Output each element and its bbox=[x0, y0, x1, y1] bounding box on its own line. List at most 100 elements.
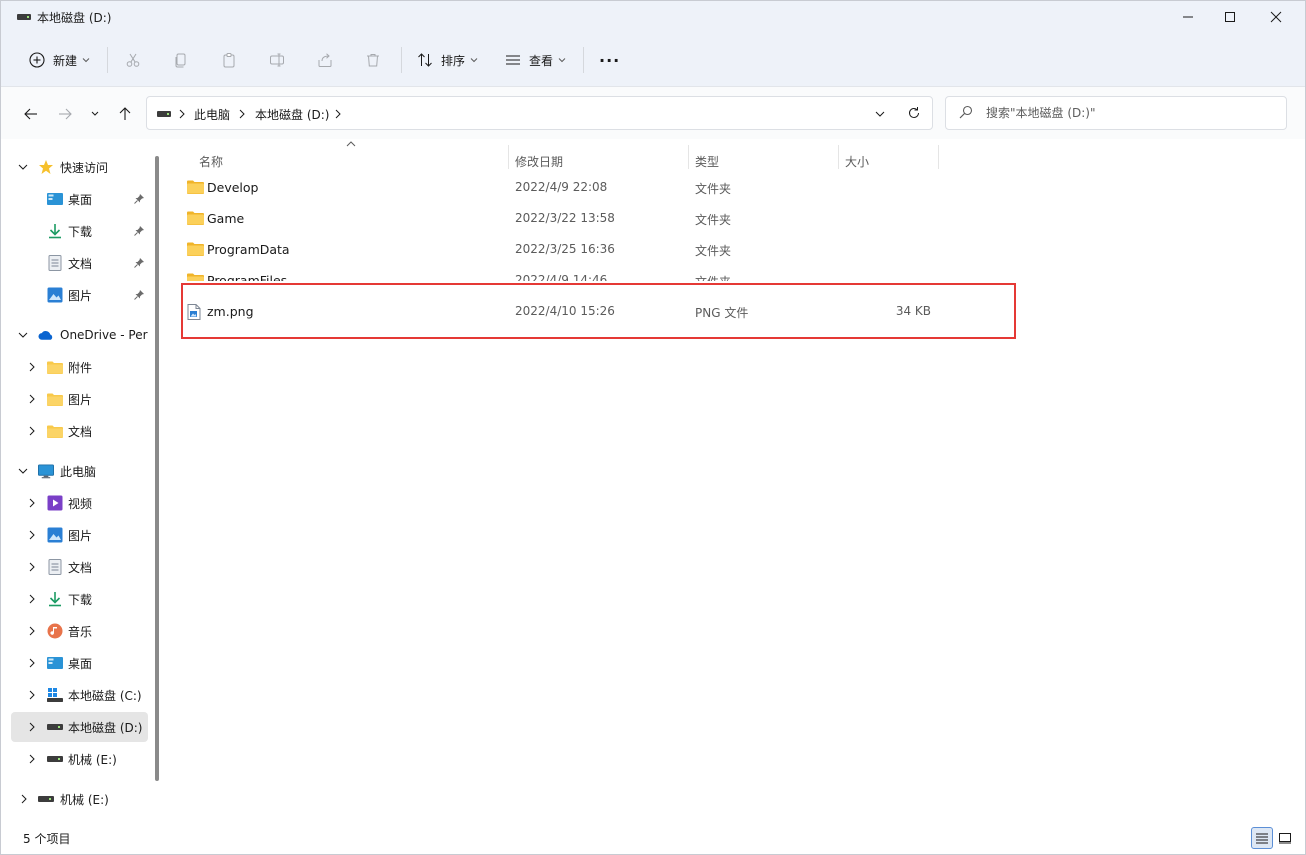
sidebar-item-pc-downloads[interactable]: 下载 bbox=[1, 584, 149, 614]
share-button[interactable] bbox=[317, 45, 333, 75]
up-button[interactable] bbox=[115, 104, 135, 124]
sidebar-item-label: 此电脑 bbox=[60, 464, 97, 479]
column-header-date[interactable]: 修改日期 bbox=[515, 147, 563, 175]
maximize-button[interactable] bbox=[1207, 1, 1253, 33]
column-header-type[interactable]: 类型 bbox=[695, 147, 719, 175]
file-type: 文件夹 bbox=[695, 273, 731, 281]
minimize-button[interactable] bbox=[1165, 1, 1211, 33]
list-item[interactable]: zm.png 2022/4/10 15:26 PNG 文件 34 KB bbox=[181, 298, 941, 326]
sidebar-item-pictures[interactable]: 图片 bbox=[1, 280, 149, 310]
rename-button[interactable] bbox=[269, 45, 285, 75]
delete-button[interactable] bbox=[365, 45, 381, 75]
sidebar-item-onedrive-documents[interactable]: 文档 bbox=[1, 416, 149, 446]
chevron-right-icon[interactable] bbox=[334, 109, 342, 119]
sidebar-item-local-disk-d[interactable]: 本地磁盘 (D:) bbox=[11, 712, 148, 742]
search-input[interactable] bbox=[945, 96, 1287, 130]
clipboard-icon bbox=[223, 53, 235, 68]
sidebar-item-root-drive-e[interactable]: 机械 (E:) bbox=[1, 784, 149, 814]
new-button-label: 新建 bbox=[53, 53, 78, 68]
chevron-down-icon[interactable] bbox=[18, 466, 28, 476]
details-view-button[interactable] bbox=[1251, 827, 1273, 849]
sidebar-scrollbar[interactable] bbox=[155, 156, 159, 781]
sidebar-item-music[interactable]: 音乐 bbox=[1, 616, 149, 646]
view-button[interactable]: 查看 bbox=[505, 45, 566, 75]
sort-button-label: 排序 bbox=[441, 53, 466, 68]
chevron-right-icon[interactable] bbox=[28, 594, 36, 604]
chevron-right-icon[interactable] bbox=[28, 362, 36, 372]
sidebar-item-drive-e[interactable]: 机械 (E:) bbox=[1, 744, 149, 774]
breadcrumb-local-disk-d[interactable]: 本地磁盘 (D:) bbox=[255, 106, 329, 123]
window-title: 本地磁盘 (D:) bbox=[37, 11, 112, 25]
list-item[interactable]: ProgramData 2022/3/25 16:36 文件夹 bbox=[181, 236, 941, 264]
sidebar-item-onedrive-attachments[interactable]: 附件 bbox=[1, 352, 149, 382]
column-header-size[interactable]: 大小 bbox=[845, 147, 869, 175]
column-divider[interactable] bbox=[688, 145, 689, 169]
sidebar-item-label: 图片 bbox=[68, 392, 93, 407]
sort-button[interactable]: 排序 bbox=[417, 45, 478, 75]
chevron-right-icon[interactable] bbox=[28, 658, 36, 668]
new-button[interactable]: 新建 bbox=[29, 45, 90, 75]
sidebar-item-documents[interactable]: 文档 bbox=[1, 248, 149, 278]
sidebar-item-onedrive[interactable]: OneDrive - Personal bbox=[1, 320, 149, 350]
folder-icon bbox=[187, 180, 204, 194]
chevron-right-icon[interactable] bbox=[28, 394, 36, 404]
chevron-right-icon[interactable] bbox=[28, 722, 36, 732]
pin-icon[interactable] bbox=[133, 257, 145, 269]
copy-button[interactable] bbox=[173, 45, 189, 75]
chevron-right-icon[interactable] bbox=[28, 690, 36, 700]
column-divider[interactable] bbox=[508, 145, 509, 169]
arrow-right-icon bbox=[59, 108, 72, 120]
video-icon bbox=[47, 495, 63, 511]
sidebar-item-label: 视频 bbox=[68, 496, 93, 511]
chevron-right-icon[interactable] bbox=[238, 109, 246, 119]
column-divider[interactable] bbox=[938, 145, 939, 169]
list-item[interactable]: Develop 2022/4/9 22:08 文件夹 bbox=[181, 174, 941, 202]
chevron-down-icon[interactable] bbox=[18, 330, 28, 340]
forward-button[interactable] bbox=[55, 104, 75, 124]
list-item[interactable]: Game 2022/3/22 13:58 文件夹 bbox=[181, 205, 941, 233]
chevron-right-icon[interactable] bbox=[28, 498, 36, 508]
file-size: 34 KB bbox=[895, 304, 931, 318]
chevron-right-icon[interactable] bbox=[20, 794, 28, 804]
column-divider[interactable] bbox=[838, 145, 839, 169]
close-button[interactable] bbox=[1253, 1, 1299, 33]
refresh-icon[interactable] bbox=[907, 106, 921, 120]
chevron-down-icon[interactable] bbox=[18, 162, 28, 172]
breadcrumb-this-pc[interactable]: 此电脑 bbox=[194, 106, 230, 123]
pin-icon[interactable] bbox=[133, 289, 145, 301]
sidebar-item-this-pc[interactable]: 此电脑 bbox=[1, 456, 149, 486]
chevron-right-icon[interactable] bbox=[28, 562, 36, 572]
drive-icon bbox=[47, 719, 63, 735]
chevron-right-icon[interactable] bbox=[178, 109, 186, 119]
computer-icon bbox=[38, 463, 54, 479]
pin-icon[interactable] bbox=[133, 193, 145, 205]
sidebar-item-desktop[interactable]: 桌面 bbox=[1, 184, 149, 214]
sidebar-item-local-disk-c[interactable]: 本地磁盘 (C:) bbox=[1, 680, 149, 710]
sidebar-item-quick-access[interactable]: 快速访问 bbox=[1, 152, 149, 182]
sidebar-item-videos[interactable]: 视频 bbox=[1, 488, 149, 518]
sidebar-item-onedrive-pictures[interactable]: 图片 bbox=[1, 384, 149, 414]
sidebar-item-pc-desktop[interactable]: 桌面 bbox=[1, 648, 149, 678]
sidebar-item-pc-pictures[interactable]: 图片 bbox=[1, 520, 149, 550]
large-icons-view-button[interactable] bbox=[1274, 827, 1296, 849]
column-header-name[interactable]: 名称 bbox=[199, 147, 223, 175]
chevron-right-icon[interactable] bbox=[28, 426, 36, 436]
list-item[interactable]: ProgramFiles 2022/4/9 14:46 文件夹 bbox=[181, 267, 941, 281]
sidebar-item-downloads[interactable]: 下载 bbox=[1, 216, 149, 246]
recent-locations-button[interactable] bbox=[85, 104, 105, 124]
chevron-right-icon[interactable] bbox=[28, 530, 36, 540]
cut-button[interactable] bbox=[125, 45, 141, 75]
chevron-right-icon[interactable] bbox=[28, 626, 36, 636]
back-button[interactable] bbox=[21, 104, 41, 124]
sidebar-item-label: 文档 bbox=[68, 560, 93, 575]
address-bar[interactable]: 此电脑 本地磁盘 (D:) bbox=[146, 96, 933, 130]
paste-button[interactable] bbox=[221, 45, 237, 75]
address-history-chevron-icon[interactable] bbox=[875, 109, 885, 119]
file-name: Game bbox=[207, 211, 245, 226]
sidebar-item-pc-documents[interactable]: 文档 bbox=[1, 552, 149, 582]
pin-icon[interactable] bbox=[133, 225, 145, 237]
more-options-button[interactable]: ··· bbox=[599, 45, 620, 75]
sidebar-item-label: OneDrive - Personal bbox=[60, 328, 148, 342]
status-bar: 5 个项目 bbox=[1, 827, 1305, 854]
chevron-right-icon[interactable] bbox=[28, 754, 36, 764]
